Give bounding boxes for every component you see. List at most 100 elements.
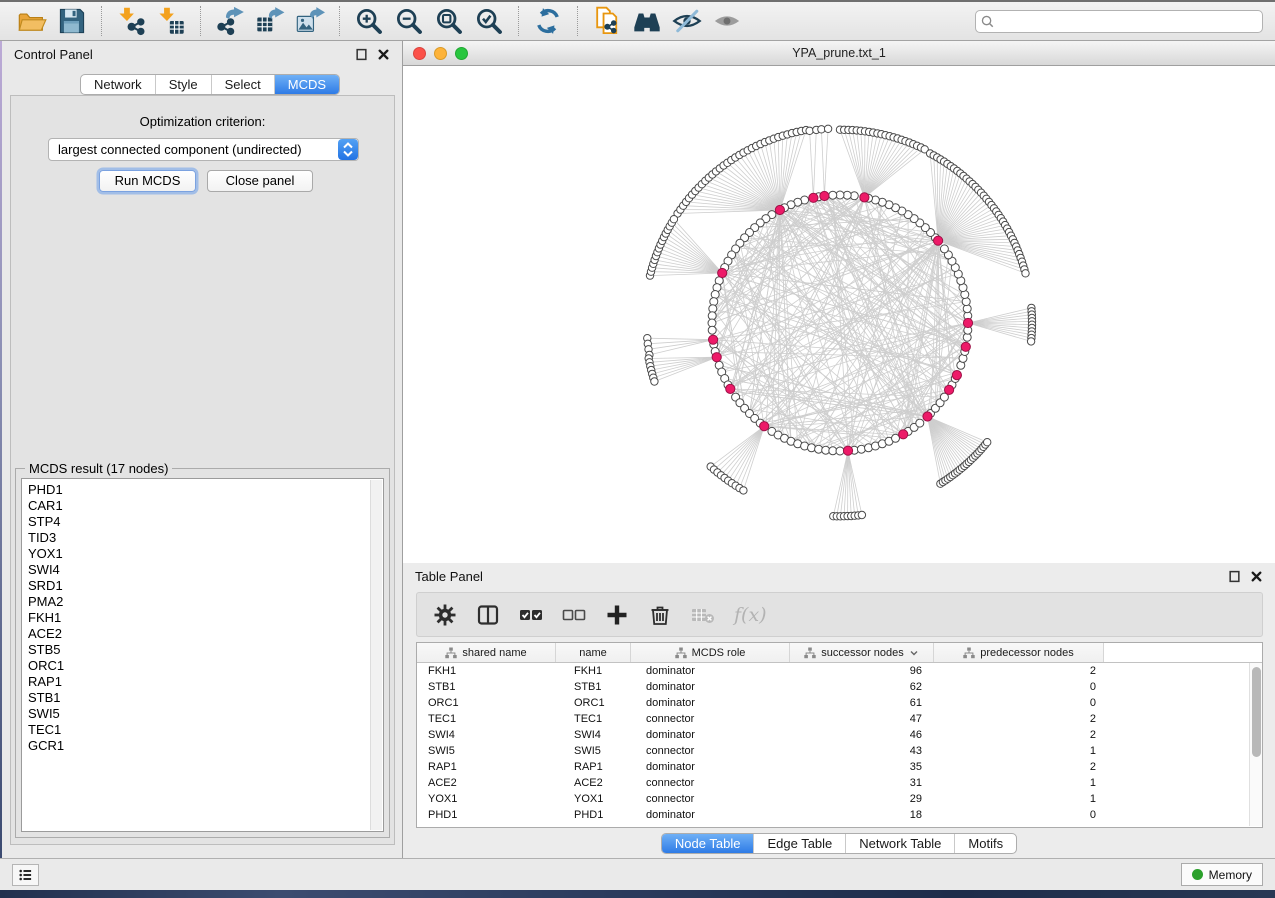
table-cell[interactable]: 61 — [790, 695, 934, 711]
tab-node-table[interactable]: Node Table — [662, 834, 754, 853]
table-cell[interactable]: TEC1 — [417, 711, 556, 727]
mcds-list-scrollbar[interactable] — [370, 480, 382, 830]
table-cell[interactable]: SWI5 — [417, 743, 556, 759]
table-cell[interactable]: connector — [631, 775, 790, 791]
table-cell[interactable]: 46 — [790, 727, 934, 743]
mcds-result-item[interactable]: ORC1 — [28, 658, 383, 674]
import-network-icon[interactable] — [116, 6, 146, 36]
table-cell[interactable]: 0 — [934, 807, 1104, 823]
table-cell[interactable]: 62 — [790, 679, 934, 695]
column-header-successor-nodes[interactable]: successor nodes — [790, 643, 934, 662]
mcds-result-item[interactable]: YOX1 — [28, 546, 383, 562]
table-cell[interactable]: 1 — [934, 775, 1104, 791]
mcds-result-item[interactable]: SRD1 — [28, 578, 383, 594]
table-row[interactable]: RAP1RAP1dominator352 — [417, 759, 1249, 775]
save-session-icon[interactable] — [57, 6, 87, 36]
close-table-panel-icon[interactable] — [1250, 570, 1263, 583]
table-cell[interactable]: dominator — [631, 807, 790, 823]
table-cell[interactable]: 96 — [790, 663, 934, 679]
table-cell[interactable]: PHD1 — [556, 807, 631, 823]
network-canvas[interactable] — [403, 66, 1275, 563]
table-cell[interactable]: STB1 — [556, 679, 631, 695]
search-binoculars-icon[interactable] — [632, 6, 662, 36]
table-row[interactable]: PHD1PHD1dominator180 — [417, 807, 1249, 823]
show-all-eye-icon[interactable] — [712, 6, 742, 36]
mcds-result-item[interactable]: RAP1 — [28, 674, 383, 690]
task-history-button[interactable] — [12, 864, 39, 886]
table-scrollbar-thumb[interactable] — [1252, 667, 1261, 757]
tab-select[interactable]: Select — [211, 75, 274, 94]
export-image-icon[interactable] — [295, 6, 325, 36]
hide-selected-eye-icon[interactable] — [672, 6, 702, 36]
mcds-result-item[interactable]: STB1 — [28, 690, 383, 706]
table-cell[interactable]: dominator — [631, 759, 790, 775]
table-cell[interactable]: TEC1 — [556, 711, 631, 727]
table-cell[interactable]: 2 — [934, 727, 1104, 743]
column-header-shared-name[interactable]: shared name — [417, 643, 556, 662]
table-cell[interactable]: connector — [631, 711, 790, 727]
table-cell[interactable]: SWI5 — [556, 743, 631, 759]
table-cell[interactable]: 2 — [934, 759, 1104, 775]
table-cell[interactable]: FKH1 — [556, 663, 631, 679]
mcds-result-item[interactable]: CAR1 — [28, 498, 383, 514]
mcds-result-item[interactable]: PHD1 — [28, 482, 383, 498]
table-cell[interactable]: SWI4 — [556, 727, 631, 743]
table-cell[interactable]: dominator — [631, 679, 790, 695]
mcds-result-item[interactable]: SWI5 — [28, 706, 383, 722]
table-cell[interactable]: 0 — [934, 679, 1104, 695]
refresh-icon[interactable] — [533, 6, 563, 36]
table-row[interactable]: ACE2ACE2connector311 — [417, 775, 1249, 791]
tab-network[interactable]: Network — [81, 75, 155, 94]
tab-mcds[interactable]: MCDS — [274, 75, 339, 94]
open-session-icon[interactable] — [17, 6, 47, 36]
table-cell[interactable]: RAP1 — [556, 759, 631, 775]
table-scrollbar[interactable] — [1249, 663, 1262, 826]
table-cell[interactable]: SWI4 — [417, 727, 556, 743]
mcds-result-item[interactable]: FKH1 — [28, 610, 383, 626]
mcds-result-item[interactable]: SWI4 — [28, 562, 383, 578]
table-settings-icon[interactable] — [433, 603, 457, 627]
table-cell[interactable]: 47 — [790, 711, 934, 727]
zoom-selected-icon[interactable] — [474, 6, 504, 36]
table-cell[interactable]: 1 — [934, 743, 1104, 759]
split-panel-icon[interactable] — [476, 603, 500, 627]
column-header-predecessor-nodes[interactable]: predecessor nodes — [934, 643, 1104, 662]
mcds-result-item[interactable]: STB5 — [28, 642, 383, 658]
column-header-name[interactable]: name — [556, 643, 631, 662]
table-row[interactable]: FKH1FKH1dominator962 — [417, 663, 1249, 679]
clone-network-icon[interactable] — [592, 6, 622, 36]
table-cell[interactable]: 31 — [790, 775, 934, 791]
mcds-result-item[interactable]: STP4 — [28, 514, 383, 530]
table-cell[interactable]: YOX1 — [556, 791, 631, 807]
table-cell[interactable]: ORC1 — [556, 695, 631, 711]
table-cell[interactable]: FKH1 — [417, 663, 556, 679]
table-cell[interactable]: 1 — [934, 791, 1104, 807]
float-panel-icon[interactable] — [355, 48, 368, 61]
add-column-icon[interactable] — [605, 603, 629, 627]
table-row[interactable]: SWI4SWI4dominator462 — [417, 727, 1249, 743]
mcds-result-item[interactable]: TEC1 — [28, 722, 383, 738]
select-all-icon[interactable] — [519, 603, 543, 627]
tab-network-table[interactable]: Network Table — [845, 834, 954, 853]
column-header-MCDS-role[interactable]: MCDS role — [631, 643, 790, 662]
import-table-icon[interactable] — [156, 6, 186, 36]
deselect-all-icon[interactable] — [562, 603, 586, 627]
table-cell[interactable]: connector — [631, 743, 790, 759]
close-panel-button[interactable]: Close panel — [207, 170, 313, 192]
delete-column-icon[interactable] — [648, 603, 672, 627]
tab-motifs[interactable]: Motifs — [954, 834, 1016, 853]
run-mcds-button[interactable]: Run MCDS — [99, 170, 196, 192]
table-cell[interactable]: 29 — [790, 791, 934, 807]
mcds-result-item[interactable]: ACE2 — [28, 626, 383, 642]
table-row[interactable]: TEC1TEC1connector472 — [417, 711, 1249, 727]
table-cell[interactable]: dominator — [631, 727, 790, 743]
table-cell[interactable]: 43 — [790, 743, 934, 759]
table-cell[interactable]: 2 — [934, 711, 1104, 727]
table-cell[interactable]: PHD1 — [417, 807, 556, 823]
table-cell[interactable]: ACE2 — [417, 775, 556, 791]
tab-style[interactable]: Style — [155, 75, 211, 94]
table-cell[interactable]: STB1 — [417, 679, 556, 695]
table-cell[interactable]: YOX1 — [417, 791, 556, 807]
mcds-result-item[interactable]: PMA2 — [28, 594, 383, 610]
table-cell[interactable]: connector — [631, 791, 790, 807]
